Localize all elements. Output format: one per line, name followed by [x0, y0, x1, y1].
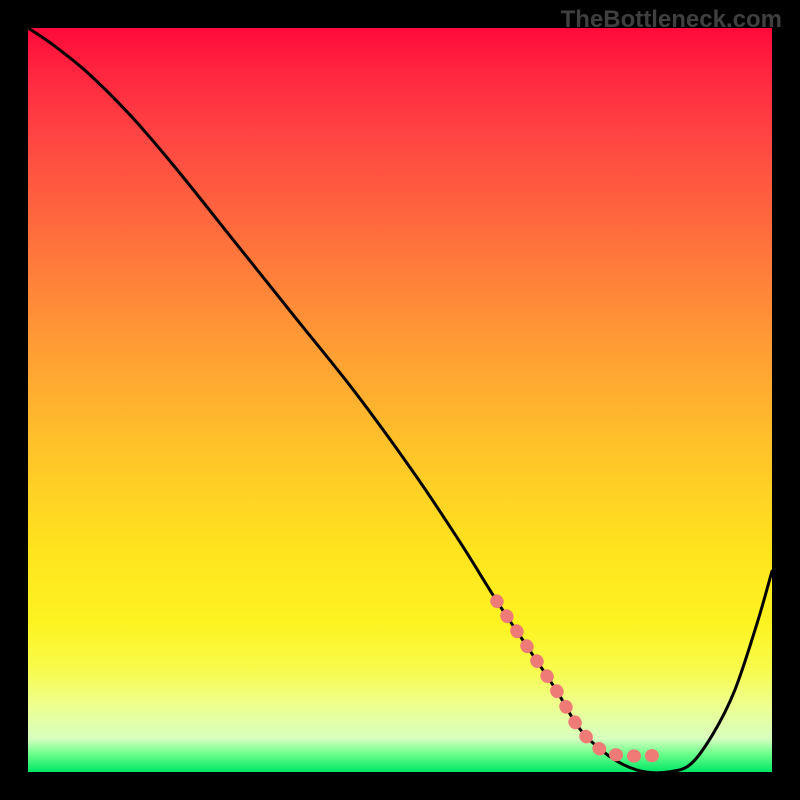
plot-area — [28, 28, 772, 772]
bottleneck-gradient-background — [28, 28, 772, 772]
bottleneck-chart-image: TheBottleneck.com — [0, 0, 800, 800]
